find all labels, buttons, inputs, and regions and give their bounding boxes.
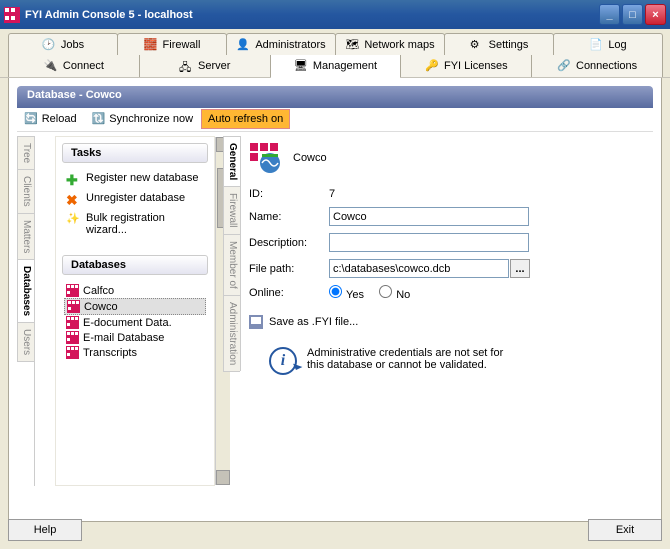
side-tab-clients[interactable]: Clients	[17, 169, 34, 214]
db-icon	[66, 346, 79, 359]
detail-tab-member-of[interactable]: Member of	[223, 234, 240, 296]
detail-header-name: Cowco	[293, 152, 327, 164]
clock-icon: 🕑	[42, 38, 56, 52]
db-item-transcripts[interactable]: Transcripts	[64, 345, 206, 360]
tab-server[interactable]: 🖧Server	[139, 55, 271, 77]
tab-management[interactable]: 🖥Management	[270, 55, 402, 77]
db-item-edocumentdata[interactable]: E-document Data.	[64, 315, 206, 330]
minimize-button[interactable]: _	[599, 4, 620, 25]
db-item-cowco[interactable]: Cowco	[64, 298, 206, 315]
help-button[interactable]: Help	[8, 519, 82, 541]
yes-label: Yes	[346, 289, 364, 301]
side-tab-users[interactable]: Users	[17, 322, 34, 362]
settings-icon: ⚙	[470, 38, 484, 52]
filepath-input[interactable]	[329, 259, 509, 278]
description-label: Description:	[249, 237, 329, 249]
auto-refresh-button[interactable]: Auto refresh on	[201, 109, 290, 129]
tab-firewall[interactable]: 🧱Firewall	[117, 33, 227, 55]
reload-button[interactable]: 🔄Reload	[17, 109, 84, 129]
wand-icon: ✨	[66, 212, 80, 226]
menu-row-2: 🔌Connect 🖧Server 🖥Management 🔑FYI Licens…	[8, 55, 662, 77]
id-value: 7	[329, 188, 647, 200]
db-icon	[66, 284, 79, 297]
browse-button[interactable]: ...	[510, 259, 530, 278]
server-icon: 🖧	[179, 59, 193, 73]
menu-row-1: 🕑Jobs 🧱Firewall 👤Administrators 🗺Network…	[8, 33, 662, 55]
tasks-title: Tasks	[62, 143, 208, 163]
tab-fyi-licenses[interactable]: 🔑FYI Licenses	[400, 55, 532, 77]
side-tab-tree[interactable]: Tree	[17, 136, 34, 170]
license-icon: 🔑	[425, 59, 439, 73]
db-item-emaildatabase[interactable]: E-mail Database	[64, 330, 206, 345]
info-text: Administrative credentials are not set f…	[307, 347, 517, 375]
app-icon	[4, 7, 20, 23]
detail-tab-firewall[interactable]: Firewall	[223, 186, 240, 234]
tab-jobs[interactable]: 🕑Jobs	[8, 33, 118, 55]
save-fyi-link[interactable]: Save as .FYI file...	[249, 315, 647, 329]
side-tab-matters[interactable]: Matters	[17, 213, 34, 260]
x-icon: ✖	[66, 192, 80, 206]
tab-log[interactable]: 📄Log	[553, 33, 663, 55]
exit-button[interactable]: Exit	[588, 519, 662, 541]
plus-icon: ✚	[66, 172, 80, 186]
tab-connect[interactable]: 🔌Connect	[8, 55, 140, 77]
maximize-button[interactable]: □	[622, 4, 643, 25]
admin-icon: 👤	[236, 38, 250, 52]
no-label: No	[396, 289, 410, 301]
firewall-icon: 🧱	[144, 38, 158, 52]
db-item-label: E-document Data.	[83, 317, 172, 329]
id-label: ID:	[249, 188, 329, 200]
detail-tab-general[interactable]: General	[223, 136, 240, 187]
db-item-label: Transcripts	[83, 347, 137, 359]
online-yes-radio[interactable]	[329, 285, 342, 298]
tab-network-maps[interactable]: 🗺Network maps	[335, 33, 445, 55]
tab-administrators[interactable]: 👤Administrators	[226, 33, 336, 55]
management-icon: 🖥	[294, 59, 308, 73]
db-icon	[66, 331, 79, 344]
window-title: FYI Admin Console 5 - localhost	[25, 9, 597, 21]
online-label: Online:	[249, 287, 329, 299]
description-input[interactable]	[329, 233, 529, 252]
network-icon: 🗺	[345, 38, 359, 52]
filepath-label: File path:	[249, 263, 329, 275]
tab-settings[interactable]: ⚙Settings	[444, 33, 554, 55]
scroll-down-arrow[interactable]	[216, 470, 230, 485]
left-side-tabs: Tree Clients Matters Databases Users	[17, 136, 35, 486]
db-item-label: Cowco	[84, 301, 118, 313]
db-item-label: Calfco	[83, 285, 114, 297]
database-large-icon	[249, 142, 281, 174]
db-icon	[66, 316, 79, 329]
task-bulk-wizard[interactable]: ✨ Bulk registration wizard...	[62, 209, 208, 239]
connect-icon: 🔌	[44, 59, 58, 73]
task-unregister-database[interactable]: ✖ Unregister database	[62, 189, 208, 209]
info-icon: i	[269, 347, 297, 375]
name-input[interactable]	[329, 207, 529, 226]
reload-icon: 🔄	[24, 112, 38, 125]
floppy-icon	[249, 315, 263, 329]
db-item-label: E-mail Database	[83, 332, 164, 344]
name-label: Name:	[249, 211, 329, 223]
online-no-radio[interactable]	[379, 285, 392, 298]
databases-title: Databases	[62, 255, 208, 275]
close-button[interactable]: ×	[645, 4, 666, 25]
synchronize-button[interactable]: 🔃Synchronize now	[85, 109, 200, 129]
db-item-calfco[interactable]: Calfco	[64, 283, 206, 298]
sync-icon: 🔃	[92, 112, 106, 125]
log-icon: 📄	[589, 38, 603, 52]
connections-icon: 🔗	[557, 59, 571, 73]
task-register-database[interactable]: ✚ Register new database	[62, 169, 208, 189]
db-icon	[67, 300, 80, 313]
detail-tab-administration[interactable]: Administration	[223, 295, 240, 372]
tab-connections[interactable]: 🔗Connections	[531, 55, 663, 77]
side-tab-databases[interactable]: Databases	[17, 259, 34, 323]
page-title: Database - Cowco	[17, 86, 653, 108]
